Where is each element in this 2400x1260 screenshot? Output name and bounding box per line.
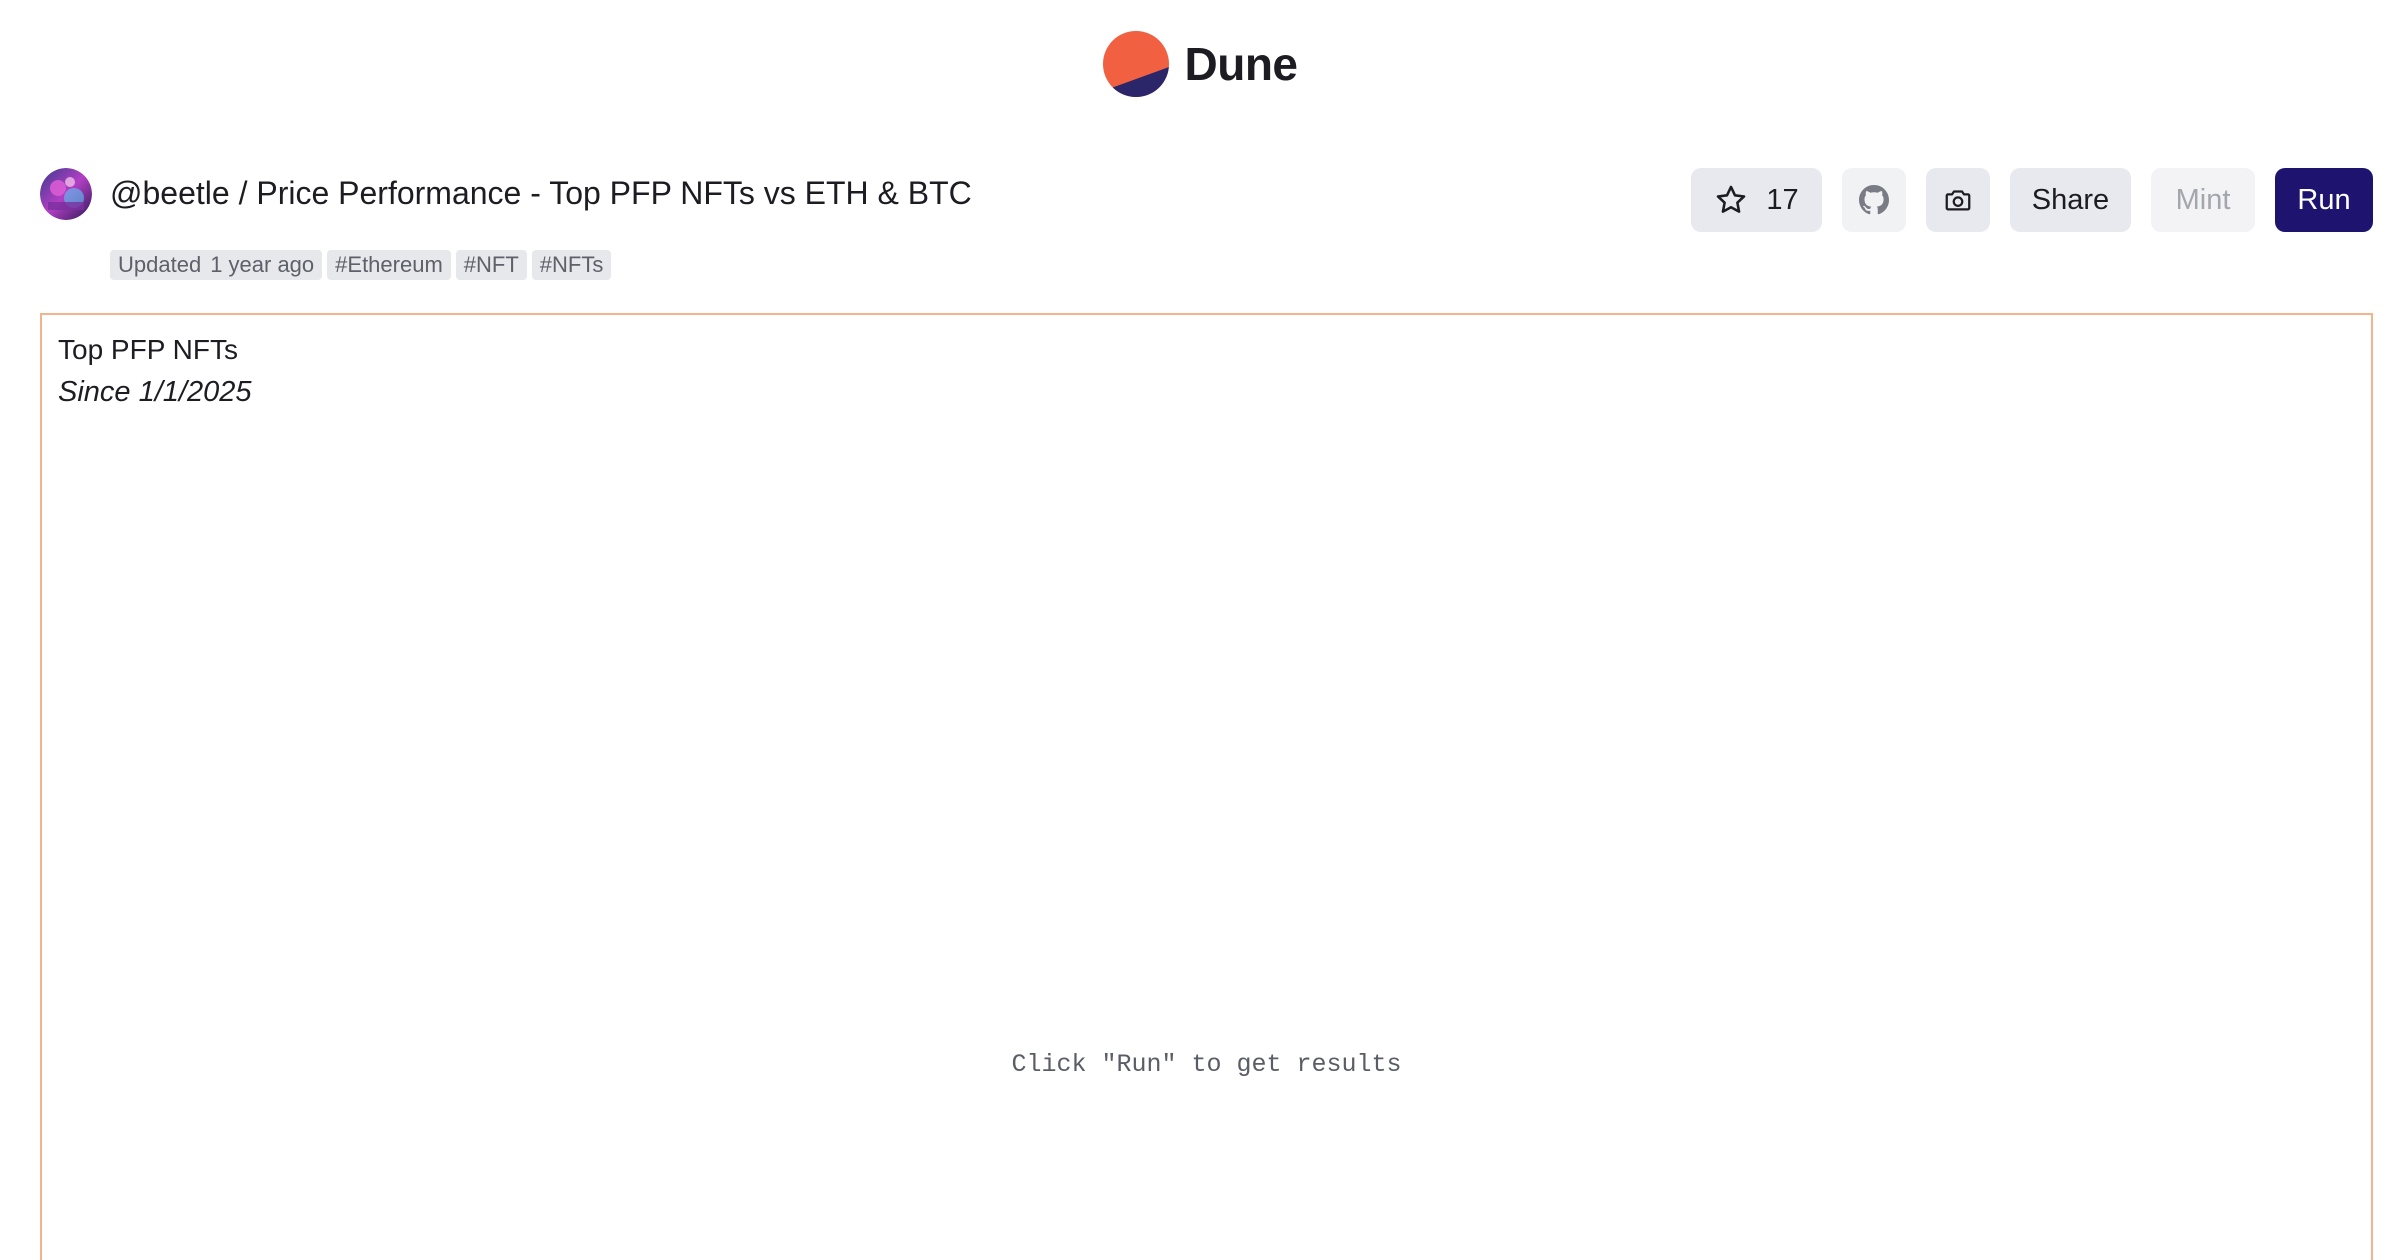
empty-results-message: Click "Run" to get results [1011,1050,1402,1079]
star-button[interactable]: 17 [1691,168,1822,232]
updated-badge: Updated 1 year ago [110,250,323,280]
updated-label: Updated [118,252,202,277]
star-count: 17 [1766,183,1799,216]
dune-logo[interactable]: Dune [0,31,2400,97]
user-avatar[interactable] [40,168,92,220]
tag-ethereum[interactable]: #Ethereum [327,250,451,280]
dune-logo-icon [1102,31,1169,97]
share-button[interactable]: Share [2010,168,2131,232]
screenshot-button[interactable] [1926,168,1990,232]
visualization-subtitle: Since 1/1/2025 [58,376,252,408]
tag-nfts[interactable]: #NFTs [531,250,612,280]
query-meta: Updated 1 year ago #Ethereum #NFT #NFTs [110,250,612,280]
query-title[interactable]: @beetle / Price Performance - Top PFP NF… [110,172,972,214]
tag-nft[interactable]: #NFT [455,250,527,280]
mint-button[interactable]: Mint [2151,168,2255,232]
dune-query-page: Dune @beetle / Price Performance - Top P… [0,0,2400,1260]
visualization-title: Top PFP NFTs [58,334,238,365]
camera-icon [1945,190,1971,211]
updated-value: 1 year ago [210,252,315,277]
star-icon [1717,185,1746,213]
run-button[interactable]: Run [2275,168,2373,232]
github-icon [1859,185,1889,215]
query-actions: 17 Share Mint Run [1691,168,2373,232]
logo-wordmark: Dune [1184,38,1299,90]
visualization-panel: Top PFP NFTs Since 1/1/2025 Click "Run" … [40,313,2373,1260]
github-button[interactable] [1842,168,1906,232]
